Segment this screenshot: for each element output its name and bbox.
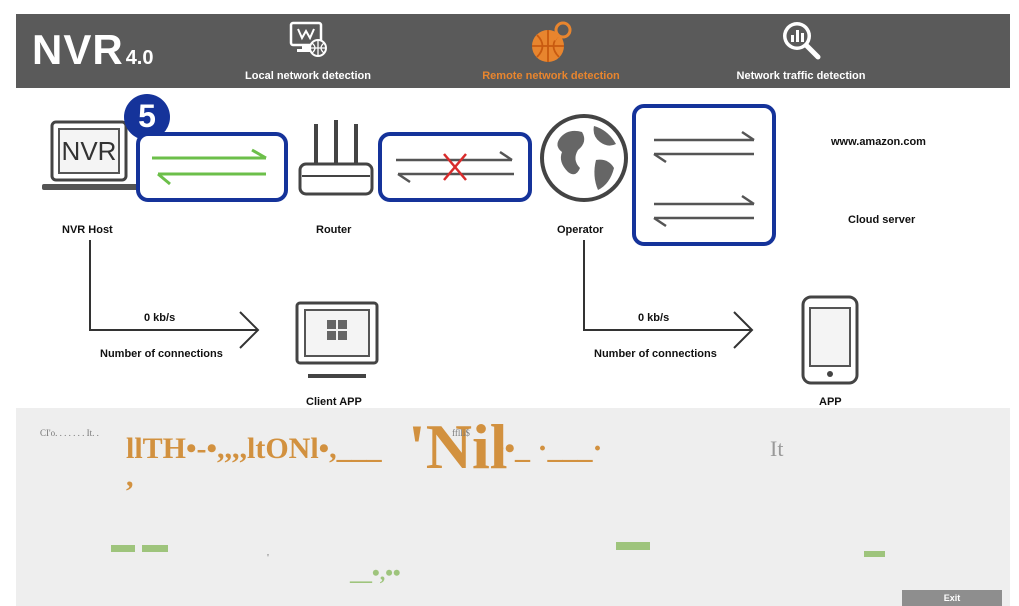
router-label: Router xyxy=(316,224,352,236)
app-label: APP xyxy=(819,396,842,408)
globe-search-icon xyxy=(527,18,575,69)
left-branch-arrow xyxy=(89,240,260,349)
network-diagram: NVR NVR Host 5 Router Operator www.amazo… xyxy=(16,88,1010,408)
link-nvr-router[interactable] xyxy=(136,132,288,202)
link-ok-arrows xyxy=(152,148,267,186)
nvr-host-icon[interactable]: NVR xyxy=(40,118,140,198)
link-failed-arrows xyxy=(396,150,514,184)
overlay-garble-b: 'Nil xyxy=(408,411,508,482)
tab-label: Network traffic detection xyxy=(736,70,866,82)
right-connections-label: Number of connections xyxy=(594,348,717,360)
left-connections-label: Number of connections xyxy=(100,348,223,360)
link-router-operator[interactable] xyxy=(378,132,532,202)
magnifier-chart-icon xyxy=(779,18,823,65)
overlay-right-text: It xyxy=(770,436,784,461)
overlay-green-bar xyxy=(864,551,885,557)
overlay-small-mid: fflli$ xyxy=(452,428,470,438)
overlay-garble-a: llTH•-•,,,,ltONl•,___ xyxy=(126,432,382,465)
overlay-green-bar xyxy=(111,545,135,552)
client-app-label: Client APP xyxy=(306,396,362,408)
router-icon[interactable] xyxy=(296,118,376,198)
overlay-lower-garble: __•,•• xyxy=(350,560,401,585)
right-branch-arrow xyxy=(583,240,754,349)
overlay-green-bar xyxy=(616,542,650,550)
tab-local-network-detection[interactable]: Local network detection xyxy=(238,14,378,88)
overlay-green-bar xyxy=(142,545,168,552)
exit-button[interactable]: Exit xyxy=(902,590,1002,606)
right-speed: 0 kb/s xyxy=(638,312,670,324)
app-logo: NVR 4.0 xyxy=(32,26,154,74)
link-arrows xyxy=(653,130,755,228)
cloud-domain-label: www.amazon.com xyxy=(831,136,926,148)
nvr-host-label: NVR Host xyxy=(62,224,113,236)
client-app-icon[interactable] xyxy=(294,300,380,384)
tab-label: Remote network detection xyxy=(482,70,620,82)
overlay-dot-text: ' xyxy=(267,552,269,564)
operator-label: Operator xyxy=(557,224,604,236)
link-operator-cloud[interactable] xyxy=(632,104,776,246)
header-bar: NVR 4.0 Local network detection Remote n… xyxy=(16,14,1010,88)
mobile-app-icon[interactable] xyxy=(800,294,860,386)
monitor-network-icon xyxy=(286,18,330,65)
tab-network-traffic-detection[interactable]: Network traffic detection xyxy=(726,14,876,88)
overlay-garble-c: ••_ ·___· xyxy=(494,432,603,465)
operator-globe-icon[interactable] xyxy=(538,112,630,204)
cloud-server-label: Cloud server xyxy=(848,214,916,226)
app-window: NVR 4.0 Local network detection Remote n… xyxy=(16,14,1010,606)
tab-label: Local network detection xyxy=(245,70,371,82)
nvr-screen-text: NVR xyxy=(61,136,117,166)
left-speed: 0 kb/s xyxy=(144,312,176,324)
logo-version: 4.0 xyxy=(125,47,154,69)
overlay-comma: , xyxy=(126,460,134,493)
tab-remote-network-detection[interactable]: Remote network detection xyxy=(476,14,626,88)
overlay-small-left: CI'o. . . . . . . It. . xyxy=(40,428,99,438)
logo-main: NVR xyxy=(32,26,124,73)
